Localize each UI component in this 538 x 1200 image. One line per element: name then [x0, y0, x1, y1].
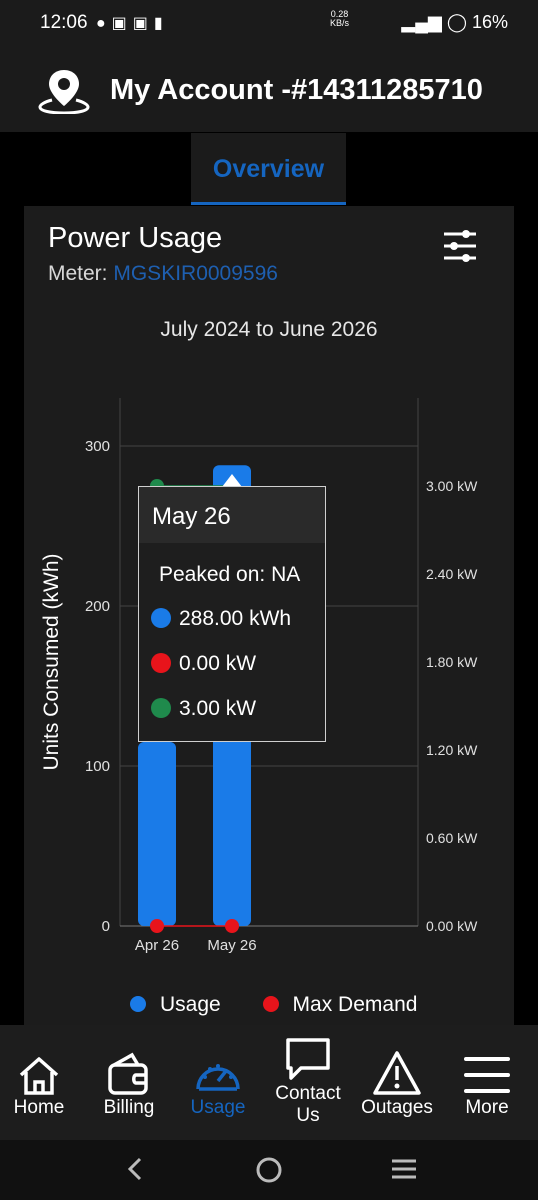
wallet-icon — [108, 1052, 148, 1095]
nav-usage-label: Usage — [190, 1097, 246, 1118]
app-header: My Account -#14311285710 — [0, 48, 538, 132]
nav-more-label: More — [465, 1097, 509, 1118]
max-demand-point — [150, 919, 164, 933]
y-tick-label: 200 — [85, 598, 110, 615]
tooltip-demand-row: 0.00 kW — [151, 652, 256, 676]
meter-number-link[interactable]: MGSKIR0009596 — [113, 262, 278, 285]
y2-tick-label: 3.00 kW — [426, 478, 478, 494]
nav-outages-label: Outages — [361, 1097, 433, 1118]
home-icon — [19, 1057, 59, 1095]
warning-icon — [373, 1051, 421, 1095]
page-title: My Account -#14311285710 — [110, 74, 483, 106]
notification-icons: ●▣▣▮ — [96, 15, 169, 32]
y2-tick-label: 1.80 kW — [426, 654, 478, 670]
status-time: 12:06 — [40, 12, 88, 33]
tooltip-title: May 26 — [152, 503, 231, 530]
chart-legend: Usage Max Demand — [130, 993, 417, 1017]
nav-contact-label-2: Us — [296, 1105, 320, 1126]
y-tick-label: 300 — [85, 438, 110, 455]
chat-bubble-icon — [286, 1038, 330, 1080]
date-range: July 2024 to June 2026 — [160, 318, 378, 341]
battery-level: 16% — [471, 12, 508, 32]
y2-tick-label: 2.40 kW — [426, 566, 478, 582]
nav-billing[interactable]: Billing — [96, 1025, 162, 1119]
demand-dot — [151, 653, 171, 673]
menu-icon — [464, 1057, 510, 1093]
back-icon[interactable] — [122, 1156, 148, 1182]
system-navigation-bar — [0, 1140, 538, 1200]
x-tick-label: Apr 26 — [135, 937, 179, 954]
nav-home-label: Home — [13, 1097, 65, 1118]
meter-info: Meter: MGSKIR0009596 — [48, 262, 278, 286]
nav-more[interactable]: More — [456, 1025, 518, 1119]
usage-dot — [151, 608, 171, 628]
y2-tick-label: 0.60 kW — [426, 830, 478, 846]
max-demand-point — [225, 919, 239, 933]
card-title: Power Usage — [48, 222, 223, 254]
tab-overview[interactable]: Overview — [191, 133, 346, 205]
legend-usage[interactable]: Usage — [160, 993, 221, 1016]
filter-settings-icon[interactable] — [440, 228, 480, 264]
legend-max-demand[interactable]: Max Demand — [293, 993, 418, 1016]
nav-contact-us[interactable]: Contact Us — [268, 1025, 348, 1127]
tooltip-green-row: 3.00 kW — [151, 697, 256, 721]
nav-home[interactable]: Home — [8, 1025, 70, 1119]
legend-demand-dot — [262, 996, 279, 1012]
network-speed-unit: KB/s — [330, 18, 350, 28]
y2-tick-label: 1.20 kW — [426, 742, 478, 758]
tooltip-green-value: 3.00 kW — [179, 697, 257, 720]
location-pin-icon — [38, 70, 90, 114]
legend-usage-dot — [130, 996, 146, 1012]
recent-apps-icon[interactable] — [390, 1157, 418, 1181]
bottom-navigation: Home Billing Usage Contact Us Outages Mo… — [0, 1025, 538, 1140]
tooltip-max-demand: 0.00 kW — [179, 652, 257, 675]
nav-outages[interactable]: Outages — [358, 1025, 436, 1119]
tooltip-header: May 26 — [139, 487, 325, 543]
nav-billing-label: Billing — [103, 1097, 155, 1118]
speedometer-icon — [196, 1064, 240, 1091]
tab-overview-label: Overview — [212, 155, 325, 183]
nav-contact-label-1: Contact — [275, 1083, 341, 1104]
home-circle-icon[interactable] — [255, 1156, 283, 1184]
meter-label: Meter: — [48, 262, 108, 285]
nav-usage[interactable]: Usage — [186, 1025, 250, 1119]
green-dot — [151, 698, 171, 718]
battery-status: ▂▄▆ ◯ 16% — [401, 12, 508, 33]
y-tick-label: 100 — [85, 758, 110, 775]
y2-tick-label: 0.00 kW — [426, 918, 478, 934]
usage-bar — [138, 742, 176, 926]
tooltip-usage: 288.00 kWh — [179, 607, 292, 630]
network-speed: 0.28 KB/s — [330, 10, 349, 28]
y-tick-label: 0 — [102, 918, 110, 935]
tooltip-peaked: Peaked on: NA — [159, 563, 301, 586]
x-tick-label: May 26 — [207, 937, 256, 954]
status-bar: 12:06 ●▣▣▮ 0.28 KB/s ▂▄▆ ◯ 16% — [0, 0, 538, 48]
y-axis-title: Units Consumed (kWh) — [40, 553, 63, 770]
chart-tooltip: May 26 Peaked on: NA 288.00 kWh 0.00 kW … — [138, 486, 326, 742]
tooltip-usage-row: 288.00 kWh — [151, 607, 291, 631]
signal-icon: ▂▄▆ ◯ — [401, 12, 472, 32]
